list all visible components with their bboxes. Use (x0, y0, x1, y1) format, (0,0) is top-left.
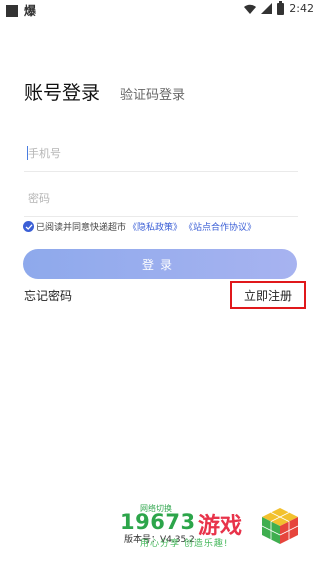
status-time: 2:42 (289, 2, 314, 15)
cube-logo-icon (261, 508, 299, 544)
partner-agreement-link[interactable]: 《站点合作协议》 (184, 220, 256, 233)
password-input[interactable] (24, 180, 298, 216)
tab-account-login[interactable]: 账号登录 (24, 78, 100, 105)
agreement-row: 已阅读并同意快递超市 《隐私政策》 《站点合作协议》 (23, 220, 256, 233)
register-link[interactable]: 立即注册 (244, 287, 292, 304)
phone-field (24, 135, 298, 172)
wifi-icon (244, 4, 257, 14)
login-tabs: 账号登录 验证码登录 (24, 78, 185, 105)
phone-input[interactable] (24, 135, 298, 171)
status-app-label: 爆 (24, 4, 37, 18)
watermark-number: 19673 (120, 510, 196, 534)
battery-icon (277, 0, 285, 15)
status-bar: 爆 2:42 (0, 0, 320, 18)
agreement-text: 已阅读并同意快递超市 (36, 223, 127, 233)
tab-sms-login[interactable]: 验证码登录 (120, 84, 185, 105)
signal-icon (261, 3, 273, 14)
forgot-password-link[interactable]: 忘记密码 (24, 287, 72, 304)
text-caret (27, 146, 28, 160)
register-highlight-box: 立即注册 (230, 281, 306, 309)
privacy-policy-link[interactable]: 《隐私政策》 (128, 220, 182, 233)
login-button[interactable]: 登录 (23, 249, 297, 279)
watermark-slogan: 用心分享 创造乐趣! (140, 539, 229, 549)
watermark: 19673 游戏 用心分享 创造乐趣! (120, 506, 316, 552)
checkbox-checked-icon[interactable] (23, 221, 34, 232)
password-field (24, 180, 298, 217)
app-square-icon (6, 4, 18, 17)
